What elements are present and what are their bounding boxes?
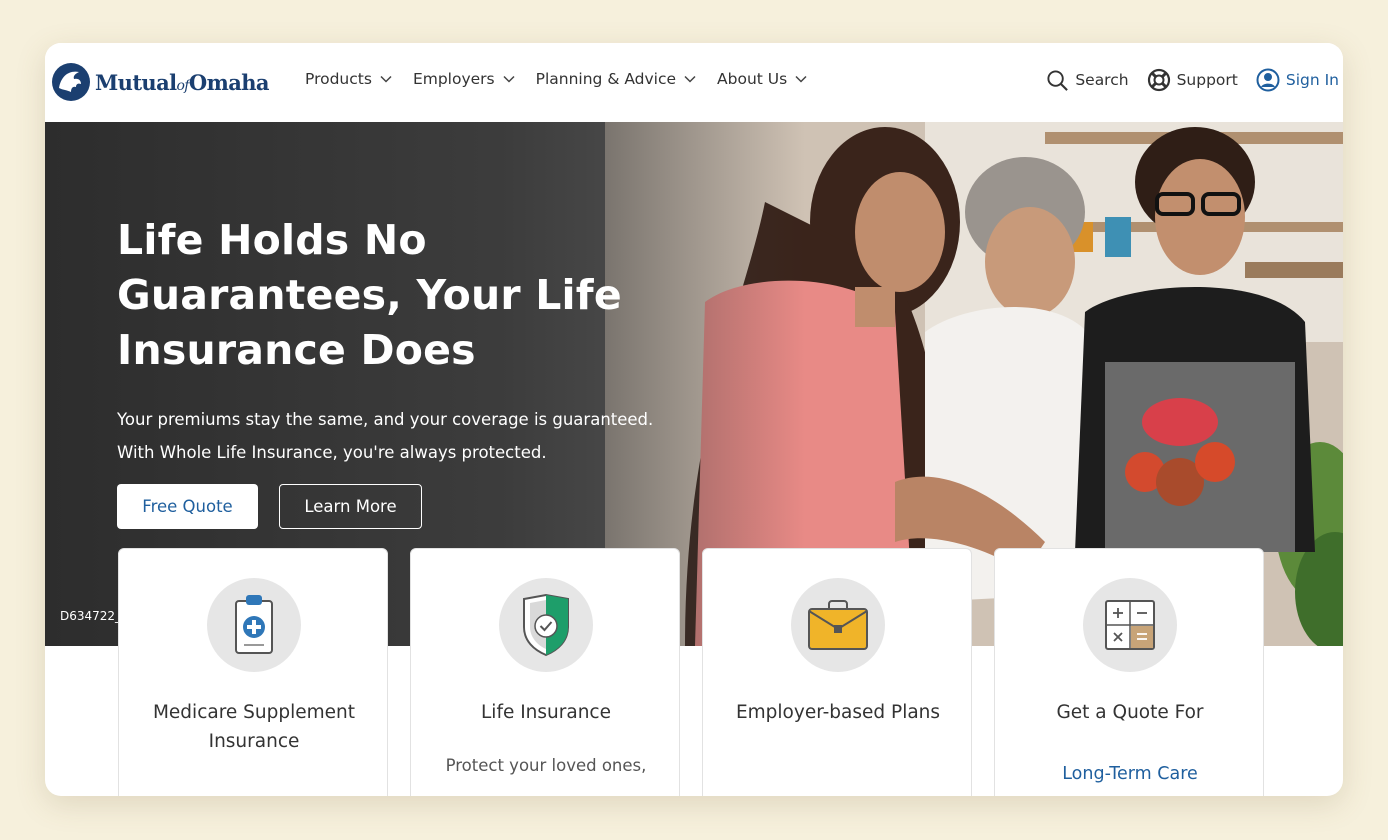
card-employer-plans[interactable]: Employer-based Plans: [702, 548, 972, 796]
main-menu: Products Employers Planning & Advice Abo…: [305, 70, 828, 88]
search-icon: [1047, 69, 1069, 91]
card-get-a-quote[interactable]: Get a Quote For Long-Term Care: [994, 548, 1264, 796]
search-link[interactable]: Search: [1046, 69, 1129, 92]
lion-logo-icon: [52, 63, 90, 101]
nav-planning-advice[interactable]: Planning & Advice: [536, 70, 696, 88]
support-label: Support: [1176, 71, 1238, 89]
card-icon-circle: [1083, 578, 1177, 672]
chevron-down-icon: [684, 75, 696, 83]
hero-subtitle-line-2: With Whole Life Insurance, you're always…: [117, 443, 547, 462]
card-title: Get a Quote For: [1056, 702, 1204, 723]
top-navigation: MutualofOmaha Products Employers Plannin…: [45, 43, 1343, 122]
hero-title: Life Holds No Guarantees, Your Life Insu…: [117, 216, 622, 374]
card-description: Protect your loved ones,: [445, 756, 647, 775]
card-icon-circle: [791, 578, 885, 672]
sign-in-label: Sign In: [1285, 71, 1339, 89]
card-title: Employer-based Plans: [735, 702, 941, 723]
card-icon-circle: [499, 578, 593, 672]
card-life-insurance[interactable]: Life Insurance Protect your loved ones,: [410, 548, 680, 796]
card-icon-circle: [207, 578, 301, 672]
user-icon: [1256, 68, 1280, 92]
free-quote-button[interactable]: Free Quote: [117, 484, 258, 529]
nav-products-label: Products: [305, 70, 372, 88]
chevron-down-icon: [380, 75, 392, 83]
clipboard-medical-icon: [235, 595, 273, 654]
card-medicare-supplement[interactable]: Medicare Supplement Insurance: [118, 548, 388, 796]
long-term-care-link[interactable]: Long-Term Care: [1010, 764, 1250, 784]
shield-check-icon: [523, 593, 569, 657]
chevron-down-icon: [795, 75, 807, 83]
image-code: D634722_: [60, 609, 122, 623]
chevron-down-icon: [503, 75, 515, 83]
nav-employers-label: Employers: [412, 70, 495, 88]
nav-about-us[interactable]: About Us: [717, 70, 807, 88]
card-title: Medicare Supplement Insurance: [152, 702, 356, 752]
nav-products[interactable]: Products: [305, 70, 392, 88]
calculator-icon: [1105, 600, 1155, 650]
brand-logo[interactable]: MutualofOmaha: [51, 62, 269, 102]
nav-about-us-label: About Us: [717, 70, 788, 88]
sign-in-link[interactable]: Sign In: [1256, 68, 1339, 92]
search-label: Search: [1075, 71, 1129, 89]
support-icon: [1147, 68, 1170, 92]
card-title: Life Insurance: [481, 702, 611, 723]
briefcase-icon: [808, 600, 868, 650]
nav-employers[interactable]: Employers: [413, 70, 515, 88]
nav-planning-advice-label: Planning & Advice: [535, 70, 677, 88]
brand-name: MutualofOmaha: [95, 69, 269, 95]
support-link[interactable]: Support: [1147, 68, 1238, 92]
browser-window: MutualofOmaha Products Employers Plannin…: [45, 43, 1343, 796]
learn-more-button[interactable]: Learn More: [279, 484, 422, 529]
hero-subtitle-line-1: Your premiums stay the same, and your co…: [117, 410, 654, 429]
hero-subtitle: Your premiums stay the same, and your co…: [117, 403, 677, 469]
utility-links: Search Support Sign In: [1028, 68, 1339, 92]
